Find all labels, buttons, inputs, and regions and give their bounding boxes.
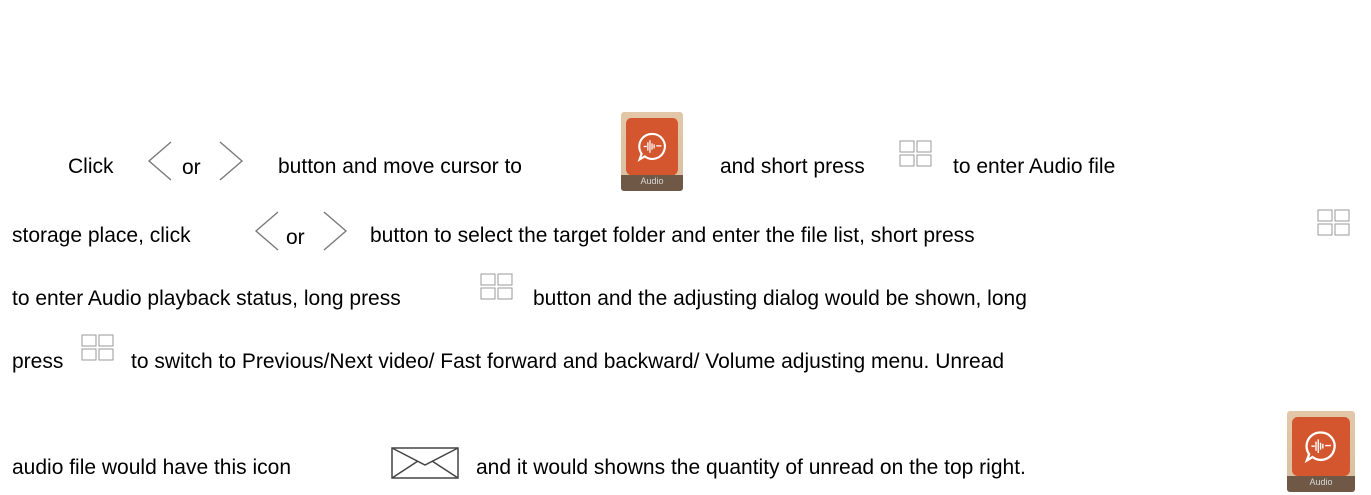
audio-app-tile — [625, 118, 679, 176]
line2-or: or — [286, 226, 305, 249]
grid-button-icon — [899, 140, 932, 167]
line5-text-b: and it would showns the quantity of unre… — [476, 456, 1026, 479]
grid-button-icon — [81, 334, 114, 361]
line1-text-b: and short press — [720, 155, 865, 178]
line3-text-b: button and the adjusting dialog would be… — [533, 287, 1027, 310]
line2-text-b: button to select the target folder and e… — [370, 224, 975, 247]
line3-text-a: to enter Audio playback status, long pre… — [12, 287, 401, 310]
chevron-right-icon — [219, 141, 244, 181]
line1-text-a: button and move cursor to — [278, 155, 522, 178]
audio-app-caption: Audio — [621, 175, 683, 191]
audio-message-icon — [637, 133, 666, 163]
line4-text-a: press — [12, 350, 64, 373]
chevron-left-icon — [254, 211, 279, 251]
line2-text-a: storage place, click — [12, 224, 191, 247]
chevron-left-icon — [147, 141, 172, 181]
line1-text-c: to enter Audio file — [953, 155, 1116, 178]
line4-text-b: to switch to Previous/Next video/ Fast f… — [131, 350, 1005, 373]
grid-button-icon — [480, 273, 513, 300]
audio-app-caption: Audio — [1287, 475, 1355, 492]
audio-app-tile — [1292, 417, 1350, 476]
audio-app-icon: Audio — [1287, 411, 1355, 492]
envelope-icon — [391, 447, 459, 479]
chevron-right-icon — [323, 211, 348, 251]
grid-button-icon — [1317, 209, 1350, 236]
line1-click: Click — [68, 155, 114, 178]
audio-app-icon: Audio — [621, 112, 683, 191]
line1-or: or — [182, 156, 201, 179]
line5-text-a: audio file would have this icon — [12, 456, 292, 479]
audio-message-icon — [1305, 431, 1337, 464]
